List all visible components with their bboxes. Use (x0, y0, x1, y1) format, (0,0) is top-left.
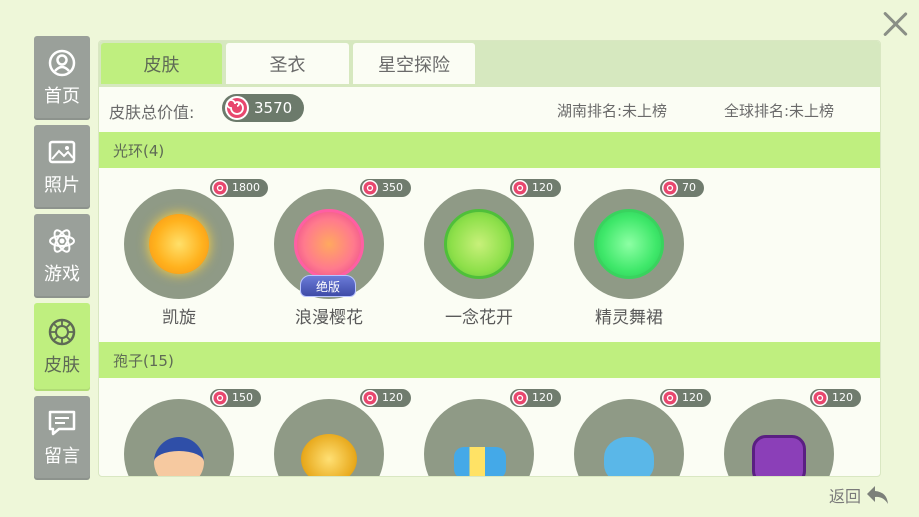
skin-thumbnail[interactable] (424, 189, 534, 299)
skin-item[interactable]: 120 (564, 389, 711, 476)
section-header-spores: 孢子(15) (99, 342, 880, 378)
tab-sacred-armor[interactable]: 圣衣 (226, 43, 349, 84)
flower-halo-icon (444, 209, 514, 279)
hunan-rank: 湖南排名:未上榜 (557, 102, 668, 120)
nav-item-photos[interactable]: 照片 (34, 125, 90, 209)
skin-thumbnail[interactable] (124, 399, 234, 476)
candy-icon (212, 180, 228, 196)
skin-thumbnail[interactable] (424, 399, 534, 476)
user-circle-icon (48, 49, 76, 77)
blue-elephant-icon (604, 437, 654, 476)
section-header-halo: 光环(4) (99, 132, 880, 168)
nav-label: 留言 (44, 446, 80, 467)
skin-name: 精灵舞裙 (595, 308, 663, 328)
candy-icon (512, 390, 528, 406)
nav-label: 皮肤 (44, 355, 80, 376)
skin-item[interactable]: 120 (414, 389, 561, 476)
limited-edition-badge: 绝版 (300, 275, 356, 297)
tab-skins[interactable]: 皮肤 (101, 43, 222, 84)
candy-icon (362, 180, 378, 196)
skin-name: 一念花开 (445, 308, 513, 328)
nav-label: 游戏 (44, 264, 80, 285)
candy-icon (662, 180, 678, 196)
side-nav: 首页 照片 游戏 皮肤 留言 (34, 36, 90, 485)
purple-monster-icon (752, 435, 806, 476)
candy-wrapper-icon (454, 447, 506, 476)
skin-thumbnail[interactable] (274, 399, 384, 476)
skin-item[interactable]: 120 (714, 389, 861, 476)
price-tag: 70 (660, 179, 704, 197)
skin-thumbnail[interactable] (574, 189, 684, 299)
nav-item-home[interactable]: 首页 (34, 36, 90, 120)
sakura-halo-icon (294, 209, 364, 279)
candy-icon (362, 390, 378, 406)
close-button[interactable] (878, 6, 912, 40)
nav-label: 照片 (44, 175, 80, 196)
qing-official-avatar-icon (154, 437, 204, 476)
candy-icon (212, 390, 228, 406)
price-tag: 1800 (210, 179, 268, 197)
nav-item-messages[interactable]: 留言 (34, 396, 90, 480)
nav-label: 首页 (44, 86, 80, 107)
message-icon (48, 410, 76, 436)
skin-thumbnail[interactable] (124, 189, 234, 299)
skins-panel: 皮肤 圣衣 星空探险 皮肤总价值: 3570 湖南排名:未上榜 全球排名:未上榜… (98, 40, 881, 477)
total-value-label: 皮肤总价值: (109, 103, 195, 122)
return-arrow-icon (867, 486, 889, 504)
candy-icon (512, 180, 528, 196)
price-tag: 120 (660, 389, 711, 407)
skin-item[interactable]: 120 (264, 389, 411, 476)
candy-icon (812, 390, 828, 406)
nav-item-skins[interactable]: 皮肤 (34, 303, 90, 391)
skin-item[interactable]: 120 一念花开 (414, 179, 561, 329)
atom-icon (49, 229, 75, 253)
price-tag: 120 (510, 389, 561, 407)
back-label: 返回 (829, 487, 862, 506)
price-tag: 120 (810, 389, 861, 407)
skin-item[interactable]: 绝版 350 浪漫樱花 (264, 179, 411, 329)
nav-item-games[interactable]: 游戏 (34, 214, 90, 298)
skin-name: 凯旋 (162, 308, 196, 328)
gold-bgf-logo-icon (301, 434, 357, 476)
tab-star-adventure[interactable]: 星空探险 (353, 43, 475, 84)
skin-summary: 皮肤总价值: 3570 湖南排名:未上榜 全球排名:未上榜 (99, 87, 880, 131)
price-tag: 120 (360, 389, 411, 407)
price-tag: 150 (210, 389, 261, 407)
candy-icon (662, 390, 678, 406)
skin-name: 浪漫樱花 (295, 308, 363, 328)
skin-item[interactable]: 70 精灵舞裙 (564, 179, 704, 329)
price-tag: 350 (360, 179, 411, 197)
price-tag: 120 (510, 179, 561, 197)
image-icon (48, 140, 76, 164)
elf-dress-halo-icon (594, 209, 664, 279)
global-rank: 全球排名:未上榜 (724, 102, 835, 120)
candy-icon (225, 96, 249, 120)
total-value: 3570 (254, 99, 293, 117)
skin-ring-icon (48, 318, 76, 346)
sun-halo-icon (149, 214, 209, 274)
skin-item[interactable]: 1800 凯旋 (114, 179, 268, 329)
back-button[interactable]: 返回 (829, 483, 891, 507)
skin-thumbnail[interactable] (724, 399, 834, 476)
total-value-pill: 3570 (222, 94, 304, 122)
skin-thumbnail[interactable] (574, 399, 684, 476)
tab-bar: 皮肤 圣衣 星空探险 (99, 41, 880, 87)
skin-item[interactable]: 150 (114, 389, 261, 476)
